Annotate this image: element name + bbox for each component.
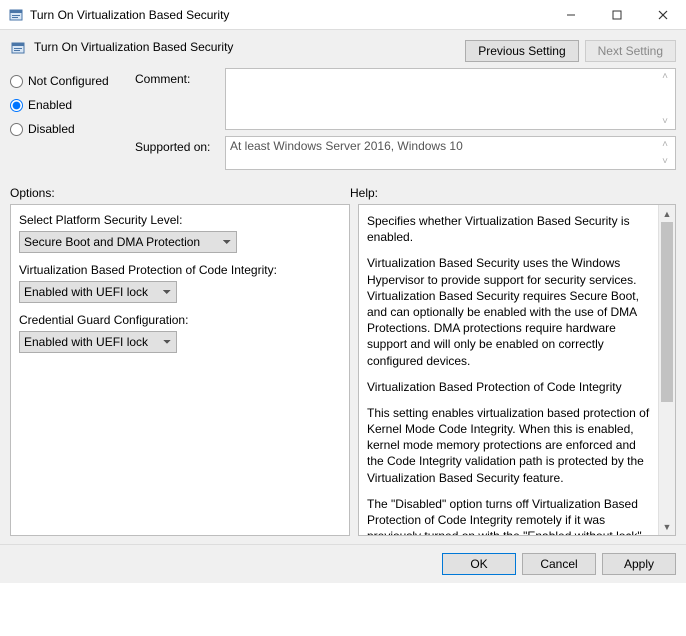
help-text: Virtualization Based Security uses the W… — [367, 255, 653, 368]
scroll-down-icon[interactable]: ▼ — [659, 518, 675, 535]
options-panel: Select Platform Security Level: Secure B… — [10, 204, 350, 536]
previous-setting-button[interactable]: Previous Setting — [465, 40, 578, 62]
help-label: Help: — [350, 186, 378, 200]
help-panel: Specifies whether Virtualization Based S… — [358, 204, 676, 536]
radio-disabled-label: Disabled — [28, 122, 75, 136]
vbci-label: Virtualization Based Protection of Code … — [19, 263, 341, 277]
comment-scroll: ˄˅ — [657, 71, 673, 127]
comment-label: Comment: — [135, 68, 217, 86]
supported-label: Supported on: — [135, 136, 217, 154]
help-text: This setting enables virtualization base… — [367, 405, 653, 486]
options-label: Options: — [10, 186, 350, 200]
policy-icon — [8, 7, 24, 23]
radio-enabled[interactable]: Enabled — [10, 98, 125, 112]
apply-button[interactable]: Apply — [602, 553, 676, 575]
window-title: Turn On Virtualization Based Security — [30, 8, 548, 22]
cancel-button[interactable]: Cancel — [522, 553, 596, 575]
comment-input[interactable]: ˄˅ — [225, 68, 676, 130]
radio-not-configured-label: Not Configured — [28, 74, 109, 88]
platform-security-select[interactable]: Secure Boot and DMA Protection — [19, 231, 237, 253]
scroll-up-icon[interactable]: ▲ — [659, 205, 675, 222]
supported-on-field: At least Windows Server 2016, Windows 10… — [225, 136, 676, 170]
supported-on-value: At least Windows Server 2016, Windows 10 — [230, 139, 463, 153]
header: Turn On Virtualization Based Security Pr… — [0, 30, 686, 68]
policy-title: Turn On Virtualization Based Security — [34, 38, 457, 54]
next-setting-button: Next Setting — [585, 40, 676, 62]
radio-disabled[interactable]: Disabled — [10, 122, 125, 136]
help-text: Virtualization Based Protection of Code … — [367, 379, 653, 395]
scroll-thumb[interactable] — [661, 222, 673, 402]
minimize-button[interactable] — [548, 0, 594, 30]
vbci-select[interactable]: Enabled with UEFI lock — [19, 281, 177, 303]
close-button[interactable] — [640, 0, 686, 30]
help-text: Specifies whether Virtualization Based S… — [367, 213, 653, 245]
maximize-button[interactable] — [594, 0, 640, 30]
supported-scroll: ˄˅ — [657, 139, 673, 167]
footer: OK Cancel Apply — [0, 544, 686, 583]
titlebar: Turn On Virtualization Based Security — [0, 0, 686, 30]
section-labels: Options: Help: — [0, 180, 686, 204]
config-area: Not Configured Enabled Disabled Comment:… — [0, 68, 686, 180]
policy-icon — [10, 40, 26, 56]
ok-button[interactable]: OK — [442, 553, 516, 575]
radio-enabled-input[interactable] — [10, 99, 23, 112]
help-text: The "Disabled" option turns off Virtuali… — [367, 496, 653, 536]
radio-not-configured-input[interactable] — [10, 75, 23, 88]
credguard-select[interactable]: Enabled with UEFI lock — [19, 331, 177, 353]
platform-security-label: Select Platform Security Level: — [19, 213, 341, 227]
panels: Select Platform Security Level: Secure B… — [0, 204, 686, 544]
credguard-label: Credential Guard Configuration: — [19, 313, 341, 327]
radio-not-configured[interactable]: Not Configured — [10, 74, 125, 88]
radio-disabled-input[interactable] — [10, 123, 23, 136]
radio-enabled-label: Enabled — [28, 98, 72, 112]
help-scrollbar[interactable]: ▲ ▼ — [658, 205, 675, 535]
